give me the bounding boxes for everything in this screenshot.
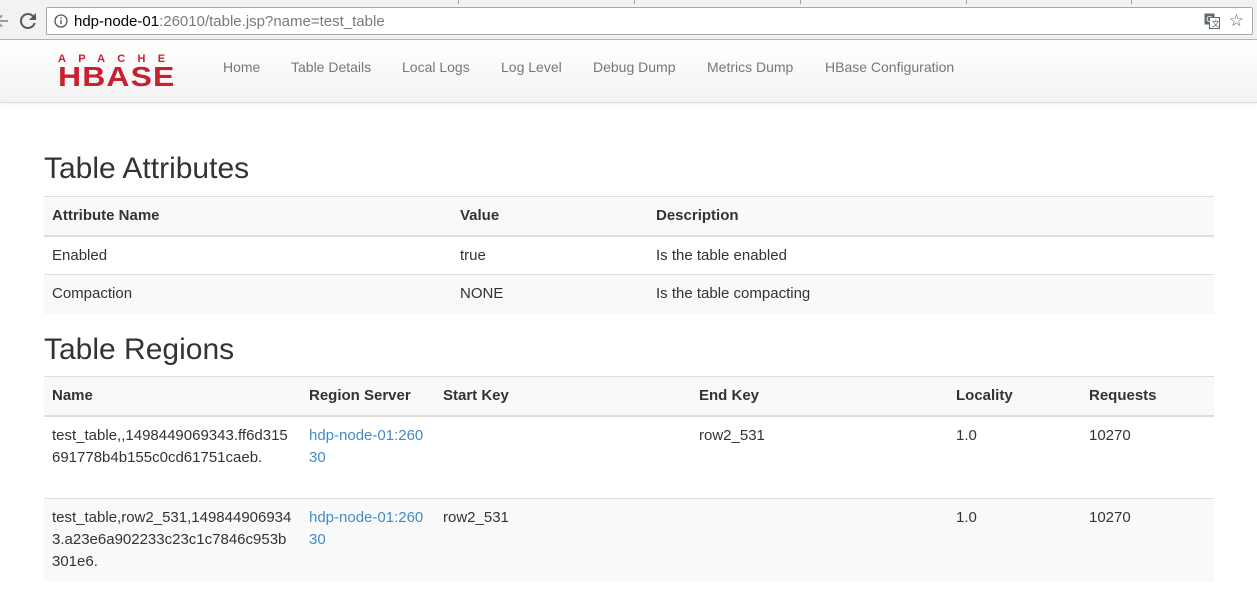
- address-bar[interactable]: hdp-node-01:26010/table.jsp?name=test_ta…: [46, 7, 1253, 35]
- attribute-name: Compaction: [44, 274, 452, 314]
- region-locality: 1.0: [948, 415, 1081, 499]
- table-attributes-heading: Table Attributes: [44, 152, 250, 185]
- info-icon[interactable]: [54, 14, 68, 28]
- nav-hbase-configuration[interactable]: HBase Configuration: [825, 57, 954, 77]
- column-header: Region Server: [301, 376, 435, 417]
- attribute-name: Enabled: [44, 235, 452, 275]
- column-header: Value: [452, 196, 648, 237]
- logo-hbase-text: HBASE: [58, 61, 176, 92]
- table-row: Compaction NONE Is the table compacting: [44, 274, 1214, 314]
- region-name: test_table,row2_531,1498449069343.a23e6a…: [44, 498, 301, 582]
- column-header: End Key: [691, 376, 948, 417]
- region-name: test_table,,1498449069343.ff6d315691778b…: [44, 415, 301, 499]
- region-requests: 10270: [1081, 415, 1214, 499]
- nav-table-details[interactable]: Table Details: [291, 57, 371, 77]
- table-row: Enabled true Is the table enabled: [44, 235, 1214, 275]
- arrow-left-icon: [0, 14, 8, 28]
- bookmark-star-icon[interactable]: ☆: [1229, 12, 1244, 30]
- region-start-key: row2_531: [435, 498, 691, 582]
- column-header: Attribute Name: [44, 196, 452, 237]
- table-regions: Name Region Server Start Key End Key Loc…: [44, 376, 1214, 582]
- table-attributes: Attribute Name Value Description Enabled…: [44, 196, 1214, 314]
- reload-button[interactable]: [16, 9, 40, 33]
- table-row: test_table,row2_531,1498449069343.a23e6a…: [44, 498, 1214, 582]
- nav-debug-dump[interactable]: Debug Dump: [593, 57, 676, 77]
- nav-local-logs[interactable]: Local Logs: [402, 57, 470, 77]
- hbase-logo[interactable]: APACHE HBASE: [58, 54, 194, 91]
- svg-text:文: 文: [1212, 19, 1220, 29]
- column-header: Requests: [1081, 376, 1214, 417]
- table-header-row: Name Region Server Start Key End Key Loc…: [44, 376, 1214, 417]
- attribute-description: Is the table compacting: [648, 274, 1214, 314]
- url-path: :26010/table.jsp?name=test_table: [159, 13, 385, 30]
- back-button[interactable]: [0, 9, 14, 33]
- column-header: Description: [648, 196, 1214, 237]
- attribute-description: Is the table enabled: [648, 235, 1214, 275]
- region-end-key: [691, 498, 948, 582]
- translate-icon[interactable]: G 文: [1204, 13, 1220, 29]
- table-regions-heading: Table Regions: [44, 333, 235, 366]
- hbase-navbar: APACHE HBASE Home Table Details Local Lo…: [0, 40, 1257, 103]
- nav-home[interactable]: Home: [223, 57, 260, 77]
- url-host: hdp-node-01: [74, 13, 160, 30]
- attribute-value: true: [452, 235, 648, 275]
- reload-icon: [20, 13, 36, 29]
- region-end-key: row2_531: [691, 415, 948, 499]
- region-locality: 1.0: [948, 498, 1081, 582]
- column-header: Start Key: [435, 376, 691, 417]
- url-text[interactable]: hdp-node-01:26010/table.jsp?name=test_ta…: [74, 13, 385, 30]
- table-row: test_table,,1498449069343.ff6d315691778b…: [44, 415, 1214, 499]
- column-header: Name: [44, 376, 301, 417]
- nav-metrics-dump[interactable]: Metrics Dump: [707, 57, 793, 77]
- region-requests: 10270: [1081, 498, 1214, 582]
- attribute-value: NONE: [452, 274, 648, 314]
- column-header: Locality: [948, 376, 1081, 417]
- nav-log-level[interactable]: Log Level: [501, 57, 562, 77]
- region-server-link[interactable]: hdp-node-01:26030: [309, 427, 423, 466]
- region-start-key: [435, 415, 691, 499]
- table-header-row: Attribute Name Value Description: [44, 196, 1214, 237]
- browser-toolbar: hdp-node-01:26010/table.jsp?name=test_ta…: [0, 4, 1257, 40]
- region-server-link[interactable]: hdp-node-01:26030: [309, 509, 423, 548]
